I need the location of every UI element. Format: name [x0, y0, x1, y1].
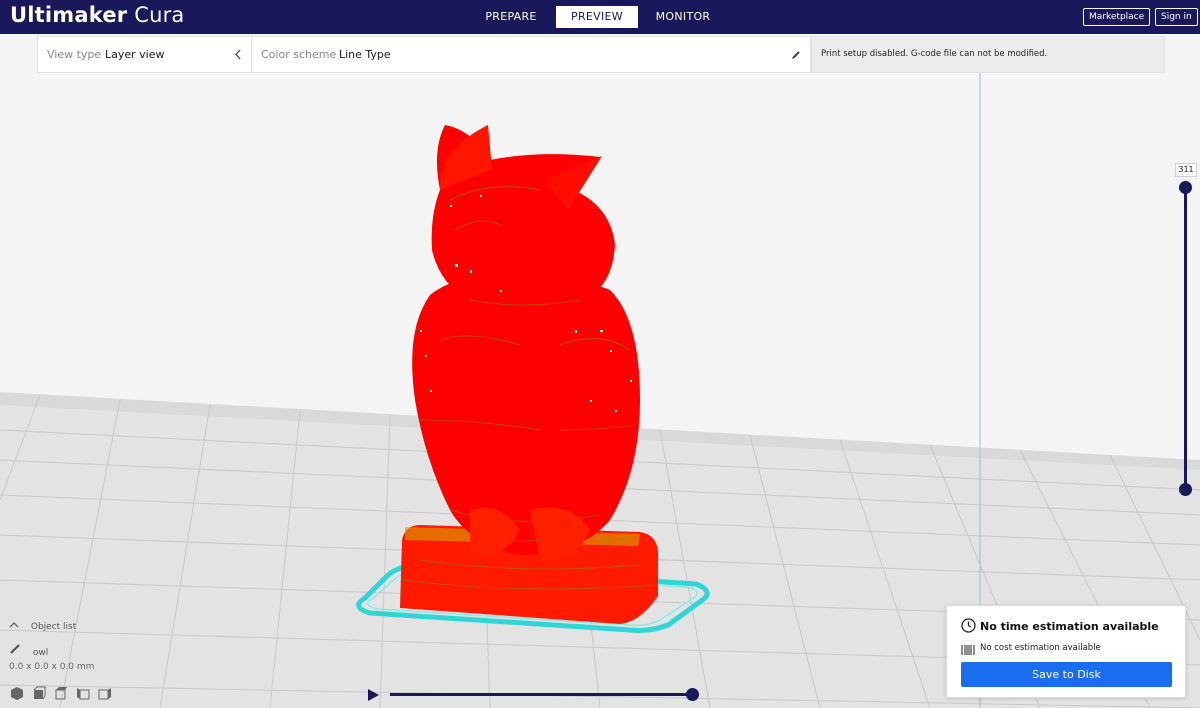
- view-right-icon[interactable]: [98, 685, 120, 701]
- view-front-icon[interactable]: [32, 685, 54, 701]
- save-to-disk-button[interactable]: Save to Disk: [961, 662, 1172, 687]
- object-list-label: Object list: [30, 622, 77, 632]
- object-list-item[interactable]: owl: [9, 643, 48, 658]
- color-scheme-label: Color scheme: [261, 48, 337, 61]
- pencil-icon: [9, 643, 25, 658]
- collapse-chevron-icon[interactable]: [233, 37, 247, 72]
- object-list-header[interactable]: Object list: [9, 621, 76, 632]
- view-type-dropdown[interactable]: Layer view: [105, 37, 165, 72]
- marketplace-button[interactable]: Marketplace: [1083, 8, 1151, 26]
- divider: [251, 37, 252, 72]
- tab-monitor[interactable]: MONITOR: [642, 6, 724, 28]
- print-setup-message: Print setup disabled. G-code file can no…: [811, 36, 1165, 73]
- app-header: Ultimaker Cura PREPARE PREVIEW MONITOR M…: [0, 0, 1200, 34]
- stage-tabs: PREPARE PREVIEW MONITOR: [470, 6, 728, 28]
- layer-slider-bottom-handle[interactable]: [1179, 483, 1192, 496]
- view-3d-icon[interactable]: [10, 685, 32, 701]
- clock-icon: [961, 618, 976, 637]
- time-estimate: No time estimation available: [980, 620, 1159, 633]
- spool-icon: [961, 641, 975, 660]
- print-info-panel: No time estimation available No cost est…: [946, 605, 1186, 698]
- tab-prepare[interactable]: PREPARE: [470, 6, 552, 28]
- object-name: owl: [32, 648, 49, 658]
- chevron-up-icon: [9, 621, 23, 632]
- app-logo: Ultimaker Cura: [10, 3, 185, 27]
- view-toolbar: View type Layer view Color scheme Line T…: [37, 36, 811, 73]
- color-scheme-dropdown[interactable]: Line Type: [339, 37, 391, 72]
- tab-preview[interactable]: PREVIEW: [556, 6, 638, 28]
- view-type-label: View type: [47, 48, 102, 61]
- view-left-icon[interactable]: [76, 685, 98, 701]
- sign-in-button[interactable]: Sign in: [1155, 8, 1198, 26]
- layer-slider-track[interactable]: [1184, 186, 1187, 489]
- object-dimensions: 0.0 x 0.0 x 0.0 mm: [9, 662, 95, 672]
- path-slider-handle[interactable]: [686, 688, 699, 701]
- layer-number-input[interactable]: 311: [1175, 163, 1197, 177]
- path-slider-track[interactable]: [390, 693, 693, 696]
- cost-estimate: No cost estimation available: [980, 643, 1101, 653]
- pencil-icon[interactable]: [791, 37, 803, 72]
- play-icon[interactable]: [366, 687, 380, 706]
- layer-slider-top-handle[interactable]: [1179, 181, 1192, 194]
- camera-view-buttons: [10, 685, 120, 701]
- view-top-icon[interactable]: [54, 685, 76, 701]
